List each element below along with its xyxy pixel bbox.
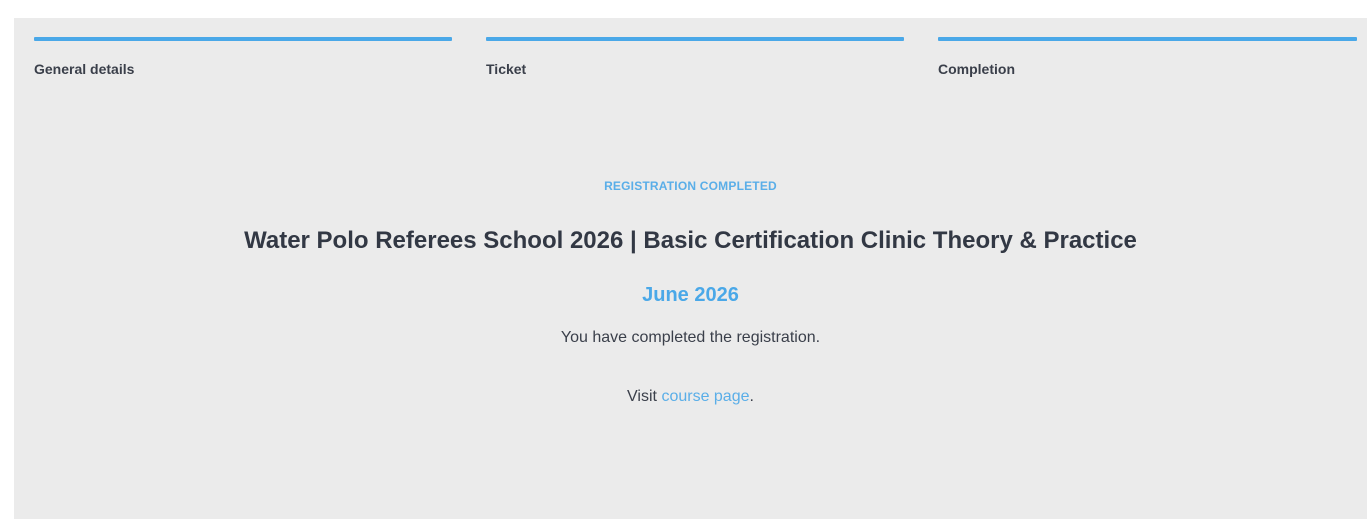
step-ticket: Ticket [486, 37, 904, 77]
step-progress-bar [938, 37, 1357, 41]
step-completion: Completion [938, 37, 1357, 77]
step-progress-bar [486, 37, 904, 41]
step-label: Completion [938, 61, 1015, 77]
course-date: June 2026 [642, 284, 739, 306]
step-label: General details [34, 61, 135, 77]
course-title: Water Polo Referees School 2026 | Basic … [244, 227, 1137, 254]
progress-steps: General details Ticket Completion [34, 37, 1357, 97]
step-progress-bar [34, 37, 452, 41]
course-page-link[interactable]: course page [661, 388, 749, 405]
step-general-details: General details [34, 37, 452, 77]
registration-panel: General details Ticket Completion REGIST… [14, 18, 1367, 519]
visit-suffix: . [749, 388, 754, 405]
status-label: REGISTRATION COMPLETED [604, 179, 777, 193]
visit-line: Visit course page. [14, 388, 1367, 406]
visit-prefix: Visit [627, 388, 662, 405]
step-label: Ticket [486, 61, 527, 77]
completion-message: You have completed the registration. [560, 329, 821, 346]
